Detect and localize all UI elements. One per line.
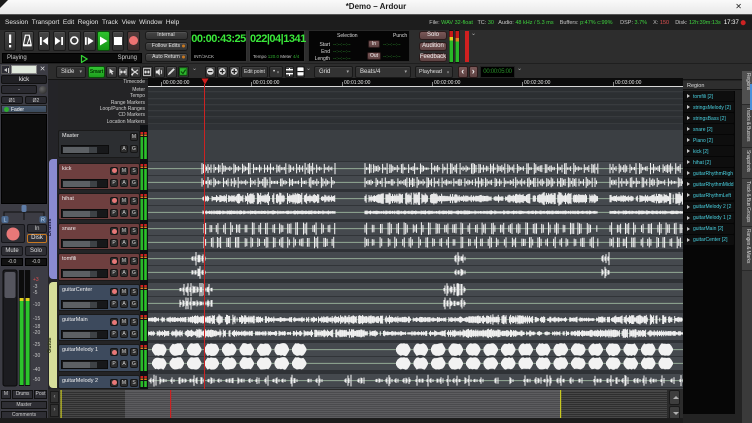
svg-text:-15: -15 — [33, 316, 40, 322]
svg-text:L: L — [3, 218, 6, 224]
svg-text:R: R — [41, 218, 45, 224]
svg-text:-25: -25 — [33, 342, 40, 348]
svg-text:-50: -50 — [33, 377, 40, 383]
svg-text:-30: -30 — [33, 353, 40, 359]
svg-text:-5: -5 — [33, 290, 38, 296]
svg-text:-10: -10 — [33, 302, 40, 308]
svg-text:-40: -40 — [33, 367, 40, 373]
svg-text:+3: +3 — [33, 277, 39, 283]
svg-text:-20: -20 — [33, 330, 40, 336]
